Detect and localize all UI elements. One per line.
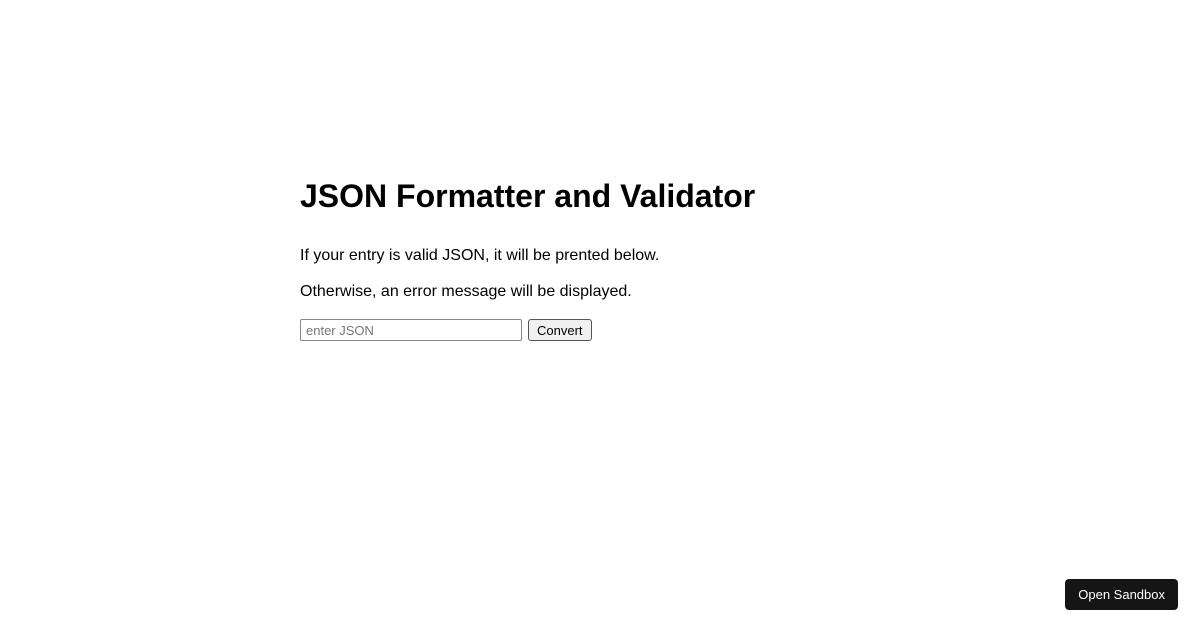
open-sandbox-button[interactable]: Open Sandbox <box>1065 579 1178 610</box>
description-line-1: If your entry is valid JSON, it will be … <box>300 247 900 265</box>
main-content: JSON Formatter and Validator If your ent… <box>300 178 900 341</box>
json-form: Convert <box>300 319 900 341</box>
convert-button[interactable]: Convert <box>528 319 592 341</box>
json-input[interactable] <box>300 319 522 341</box>
description-line-2: Otherwise, an error message will be disp… <box>300 283 900 301</box>
page-title: JSON Formatter and Validator <box>300 178 900 215</box>
